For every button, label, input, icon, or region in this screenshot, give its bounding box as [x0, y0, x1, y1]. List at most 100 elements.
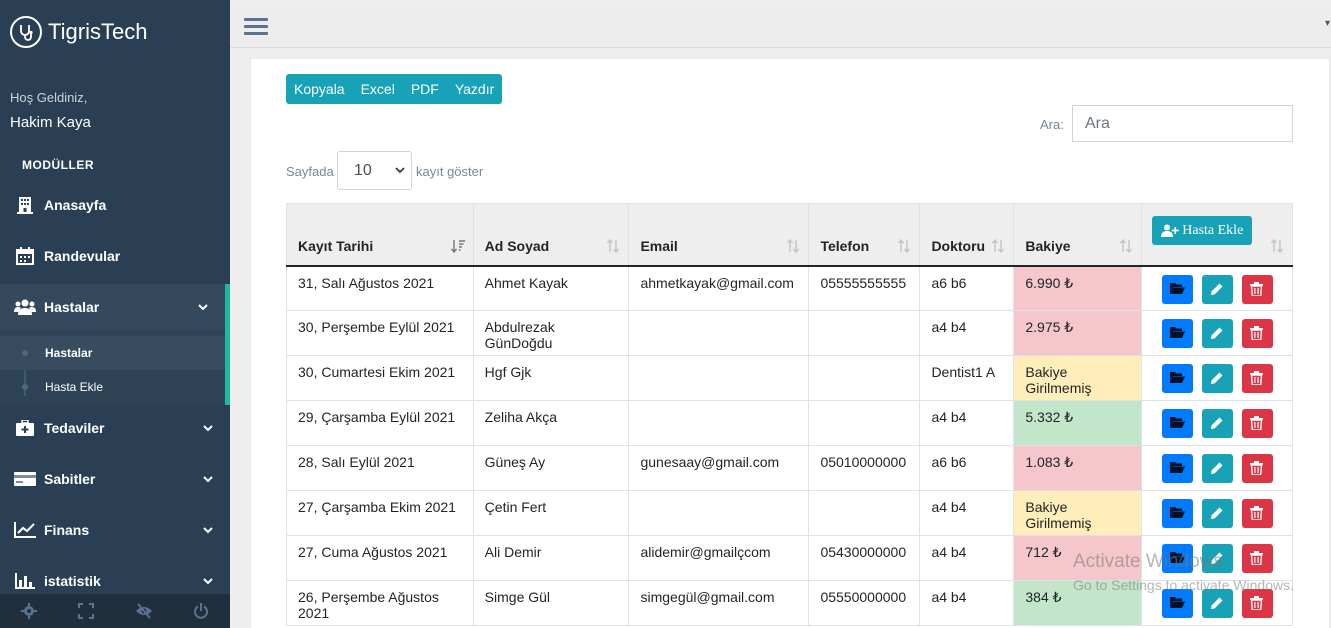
sort-icon [898, 239, 911, 253]
export-button-group: Kopyala Excel PDF Yazdır [286, 74, 503, 104]
submenu-item-label: Hastalar [45, 346, 93, 360]
cell-name: Çetin Fert [472, 490, 630, 536]
print-button[interactable]: Yazdır [447, 74, 502, 104]
cell-actions [1141, 400, 1293, 446]
watermark-title: Activate Windows [1073, 551, 1223, 572]
column-header-label: Telefon [820, 238, 870, 254]
edit-button[interactable] [1202, 409, 1234, 438]
edit-button[interactable] [1202, 499, 1234, 528]
sidebar-item-hastalar[interactable]: Hastalar [0, 284, 230, 330]
power-icon[interactable] [173, 594, 231, 628]
trash-icon [1250, 371, 1264, 385]
folder-open-icon [1170, 372, 1186, 383]
folder-open-icon [1170, 327, 1186, 338]
view-button[interactable] [1162, 409, 1194, 438]
chevron-down-icon [203, 425, 213, 432]
column-header-bakiye[interactable]: Bakiye [1013, 203, 1143, 267]
edit-button[interactable] [1202, 454, 1234, 483]
delete-button[interactable] [1242, 364, 1274, 393]
sidebar-item-anasayfa[interactable]: Anasayfa [0, 182, 230, 228]
column-header-ad-soyad[interactable]: Ad Soyad [472, 203, 630, 267]
submenu-item-hastalar[interactable]: Hastalar [0, 336, 225, 370]
sidebar-item-sabitler[interactable]: Sabitler [0, 456, 230, 502]
pencil-icon [1211, 462, 1223, 474]
page-length-suffix: kayıt göster [416, 164, 484, 179]
stethoscope-icon [10, 16, 42, 48]
trash-icon [1250, 506, 1264, 520]
watermark-subtitle: Go to Settings to activate Windows. [1073, 577, 1294, 593]
delete-button[interactable] [1242, 544, 1274, 573]
sidebar-item-randevular[interactable]: Randevular [0, 233, 230, 279]
sort-icon [607, 239, 620, 253]
copy-button[interactable]: Kopyala [286, 74, 353, 104]
delete-button[interactable] [1242, 319, 1274, 348]
table-row[interactable]: 30, Perşembe Eylül 2021 Abdulrezak GünDoğ… [286, 310, 1293, 356]
table-row[interactable]: 30, Cumartesi Ekim 2021 Hgf Gjk Dentist1 A… [286, 355, 1293, 401]
view-button[interactable] [1162, 364, 1194, 393]
sidebar-item-label: istatistik [44, 573, 101, 589]
sidebar-item-label: Hastalar [44, 299, 100, 315]
column-header-telefon[interactable]: Telefon [808, 203, 921, 267]
delete-button[interactable] [1242, 589, 1274, 618]
cell-balance: 5.332 ₺ [1013, 400, 1143, 446]
search-input[interactable] [1072, 105, 1293, 142]
delete-button[interactable] [1242, 454, 1274, 483]
table-row[interactable]: 31, Salı Ağustos 2021 Ahmet Kayak ahmetkay… [286, 265, 1293, 311]
sidebar-item-tedaviler[interactable]: Tedaviler [0, 405, 230, 451]
sidebar-item-finans[interactable]: Finans [0, 507, 230, 553]
users-icon [14, 297, 36, 317]
view-button[interactable] [1162, 274, 1194, 304]
folder-open-icon [1170, 462, 1186, 473]
brand-name: TigrisTech [48, 19, 148, 44]
brand[interactable]: TigrisTech [10, 14, 147, 50]
edit-button[interactable] [1202, 364, 1234, 393]
sidebar-footer [0, 594, 230, 628]
cell-email [628, 400, 810, 446]
edit-button[interactable] [1202, 274, 1234, 304]
cell-doctor: Dentist1 A [919, 355, 1015, 401]
delete-button[interactable] [1242, 499, 1274, 528]
chevron-down-icon [395, 167, 405, 174]
pencil-icon [1211, 372, 1223, 384]
column-header-doktoru[interactable]: Doktoru [919, 203, 1015, 267]
menu-toggle-icon[interactable] [244, 18, 268, 38]
column-header-kayit-tarihi[interactable]: Kayıt Tarihi [286, 203, 474, 267]
fullscreen-icon[interactable] [58, 594, 116, 628]
sidebar-item-label: Anasayfa [44, 197, 107, 213]
caret-down-icon[interactable]: ▾ [1325, 18, 1331, 29]
cell-name: Simge Gül [472, 580, 630, 626]
submenu-item-hasta-ekle[interactable]: Hasta Ekle [0, 370, 225, 404]
table-row[interactable]: 27, Çarşamba Ekim 2021 Çetin Fert a4 b4 Bak… [286, 490, 1293, 536]
sort-desc-icon [450, 240, 465, 253]
cell-doctor: a4 b4 [919, 535, 1015, 581]
cell-email [628, 310, 810, 356]
edit-button[interactable] [1202, 319, 1234, 348]
cell-balance: 6.990 ₺ [1013, 265, 1143, 311]
edit-button[interactable] [1202, 589, 1234, 618]
excel-button[interactable]: Excel [353, 74, 403, 104]
delete-button[interactable] [1242, 274, 1274, 304]
trash-icon [1250, 281, 1264, 296]
delete-button[interactable] [1242, 409, 1274, 438]
trash-icon [1250, 596, 1264, 610]
add-patient-button[interactable]: Hasta Ekle [1152, 216, 1253, 245]
cell-phone: 05430000000 [808, 535, 921, 581]
cell-name: Hgf Gjk [472, 355, 630, 401]
sort-icon [1120, 239, 1133, 253]
cell-date: 31, Salı Ağustos 2021 [286, 265, 474, 311]
cell-phone: 05010000000 [808, 445, 921, 491]
top-navbar: ▾ [230, 4, 1331, 48]
cell-balance: 1.083 ₺ [1013, 445, 1143, 491]
pdf-button[interactable]: PDF [403, 74, 447, 104]
settings-icon[interactable] [0, 594, 58, 628]
column-header-email[interactable]: Email [628, 203, 810, 267]
view-button[interactable] [1162, 454, 1194, 483]
page-length-select[interactable]: 10 [337, 151, 412, 190]
table-row[interactable]: 28, Salı Eylül 2021 Güneş Ay gunesaay@gmai… [286, 445, 1293, 491]
view-button[interactable] [1162, 589, 1194, 618]
table-row[interactable]: 29, Çarşamba Eylül 2021 Zeliha Akça a4 b4 5… [286, 400, 1293, 446]
view-button[interactable] [1162, 499, 1194, 528]
view-button[interactable] [1162, 319, 1194, 348]
cell-phone [808, 490, 921, 536]
eye-slash-icon[interactable] [115, 594, 173, 628]
